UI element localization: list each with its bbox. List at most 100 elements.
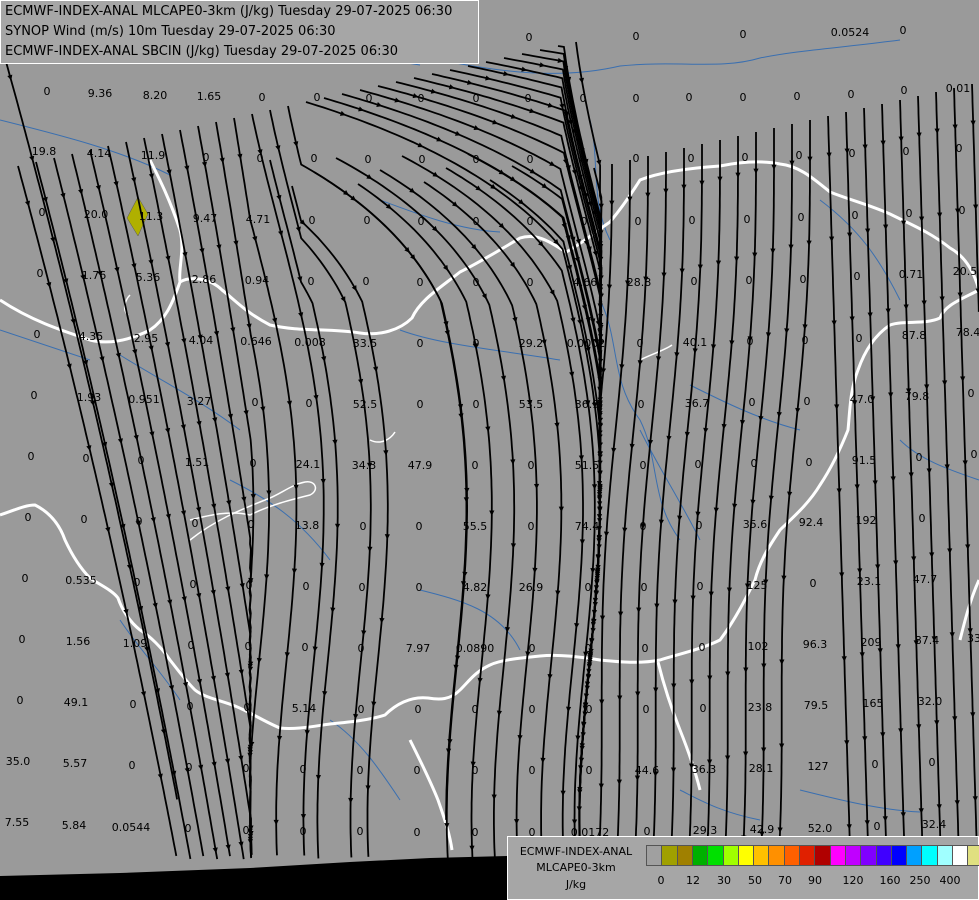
cape-value: 0 (192, 517, 199, 530)
cape-value: 0 (138, 454, 145, 467)
cape-value: 0 (308, 275, 315, 288)
cape-value: 0 (414, 826, 421, 839)
legend-tick: 70 (778, 874, 792, 887)
cape-value: 2.86 (192, 273, 217, 286)
cape-value: 5.14 (292, 702, 317, 715)
cape-value: 52.0 (808, 822, 833, 835)
cape-value: 0 (473, 153, 480, 166)
cape-value: 23.8 (748, 701, 773, 714)
cape-value: 20.5 (953, 265, 978, 278)
cape-value: 0 (129, 759, 136, 772)
cape-value: 0 (874, 820, 881, 833)
cape-value: 0 (798, 211, 805, 224)
cape-value: 0 (527, 153, 534, 166)
header-line-sbcin: ECMWF-INDEX-ANAL SBCIN (J/kg) Tuesday 29… (5, 44, 399, 59)
cape-value: 44.6 (635, 764, 660, 777)
cape-value: 8.20 (143, 89, 168, 102)
cape-value: 0 (968, 387, 975, 400)
cape-value: 36.3 (692, 763, 717, 776)
cape-value: 0 (688, 152, 695, 165)
cape-value: 0 (417, 337, 424, 350)
cape-value: 0 (357, 825, 364, 838)
cape-value: 0 (418, 215, 425, 228)
cape-value: 0 (697, 580, 704, 593)
cape-value: 0 (527, 276, 534, 289)
cape-value: 34.3 (352, 459, 377, 472)
cape-value: 0 (248, 518, 255, 531)
cape-value: 0 (642, 642, 649, 655)
cape-value: 0 (19, 633, 26, 646)
cape-value: 0 (641, 581, 648, 594)
cape-value: 0.0002 (567, 337, 606, 350)
cape-value: 7.55 (5, 816, 30, 829)
cape-value: 0 (802, 334, 809, 347)
cape-value: 0.951 (128, 393, 160, 406)
cape-value: 0 (854, 270, 861, 283)
cape-value: 74.4 (575, 520, 600, 533)
cape-value: 0 (751, 457, 758, 470)
cape-value: 0 (243, 762, 250, 775)
cape-value: 0 (742, 151, 749, 164)
cape-value: 79.5 (804, 699, 829, 712)
cape-value: 0 (83, 452, 90, 465)
cape-value: 0 (528, 459, 535, 472)
cape-value: 0 (359, 581, 366, 594)
cape-value: 0 (134, 576, 141, 589)
cape-value: 165 (863, 697, 884, 710)
cape-value: 1.76 (82, 269, 107, 282)
cape-value: 9.47 (193, 212, 218, 225)
cape-value: 1.56 (66, 635, 91, 648)
cape-value: 0 (472, 826, 479, 839)
cape-value: 35.0 (6, 755, 31, 768)
cape-value: 0 (39, 206, 46, 219)
cape-value: 0 (689, 214, 696, 227)
cape-value: 0.535 (65, 574, 97, 587)
weather-map: 0 9.36 8.20 1.65 0 0 0 0 0 0 0 0 0 0 0 0 0 0.01 0 0 0 0 0.0524… (0, 0, 979, 900)
cape-value: 0 (740, 28, 747, 41)
cape-value: 1.09 (123, 637, 148, 650)
cape-value: 0 (417, 276, 424, 289)
cape-value: 0 (529, 764, 536, 777)
cape-value: 0 (309, 214, 316, 227)
cape-value: 19.8 (32, 145, 57, 158)
cape-value: 0 (581, 215, 588, 228)
cape-value: 7.97 (406, 642, 431, 655)
cape-value: 0 (366, 92, 373, 105)
cape-value: 36.9 (575, 398, 600, 411)
cape-value: 0 (700, 702, 707, 715)
cape-value: 32.4 (922, 818, 947, 831)
header-line-mlcape: ECMWF-INDEX-ANAL MLCAPE0-3km (J/kg) Tues… (5, 4, 453, 19)
cape-value: 9.36 (88, 87, 113, 100)
cape-value: 55.5 (463, 520, 488, 533)
cape-value: 0 (473, 337, 480, 350)
cape-value: 0 (300, 763, 307, 776)
cape-value: 0 (246, 579, 253, 592)
cape-value: 0 (929, 756, 936, 769)
cape-value: 0 (250, 457, 257, 470)
cape-value: 0 (416, 520, 423, 533)
cape-value: 0 (302, 641, 309, 654)
cape-value: 0 (971, 448, 978, 461)
cape-value: 49.1 (64, 696, 89, 709)
cape-value: 87.4 (915, 634, 940, 647)
cape-value: 47.0 (850, 393, 875, 406)
cape-value: 0 (22, 572, 29, 585)
cape-value: 0 (244, 701, 251, 714)
cape-value: 0 (744, 213, 751, 226)
cape-value: 0 (416, 581, 423, 594)
cape-value: 20.0 (84, 208, 109, 221)
cape-value: 0 (25, 511, 32, 524)
cape-value: 0 (919, 512, 926, 525)
legend-tick: 120 (842, 874, 864, 887)
cape-value: 0.646 (240, 335, 272, 348)
cape-value: 0 (472, 703, 479, 716)
header-line-synop: SYNOP Wind (m/s) 10m Tuesday 29-07-2025 … (5, 24, 336, 39)
cape-value: 0 (472, 459, 479, 472)
cape-value: 0 (185, 822, 192, 835)
cape-value: 3.27 (187, 395, 212, 408)
cape-value: 13.8 (295, 519, 320, 532)
color-legend: ECMWF-INDEX-ANAL MLCAPE0-3km J/kg 0 12 30 5… (507, 836, 979, 900)
cape-value: 0 (203, 151, 210, 164)
cape-value: 0 (473, 398, 480, 411)
legend-subtitle: MLCAPE0-3km (536, 861, 616, 874)
